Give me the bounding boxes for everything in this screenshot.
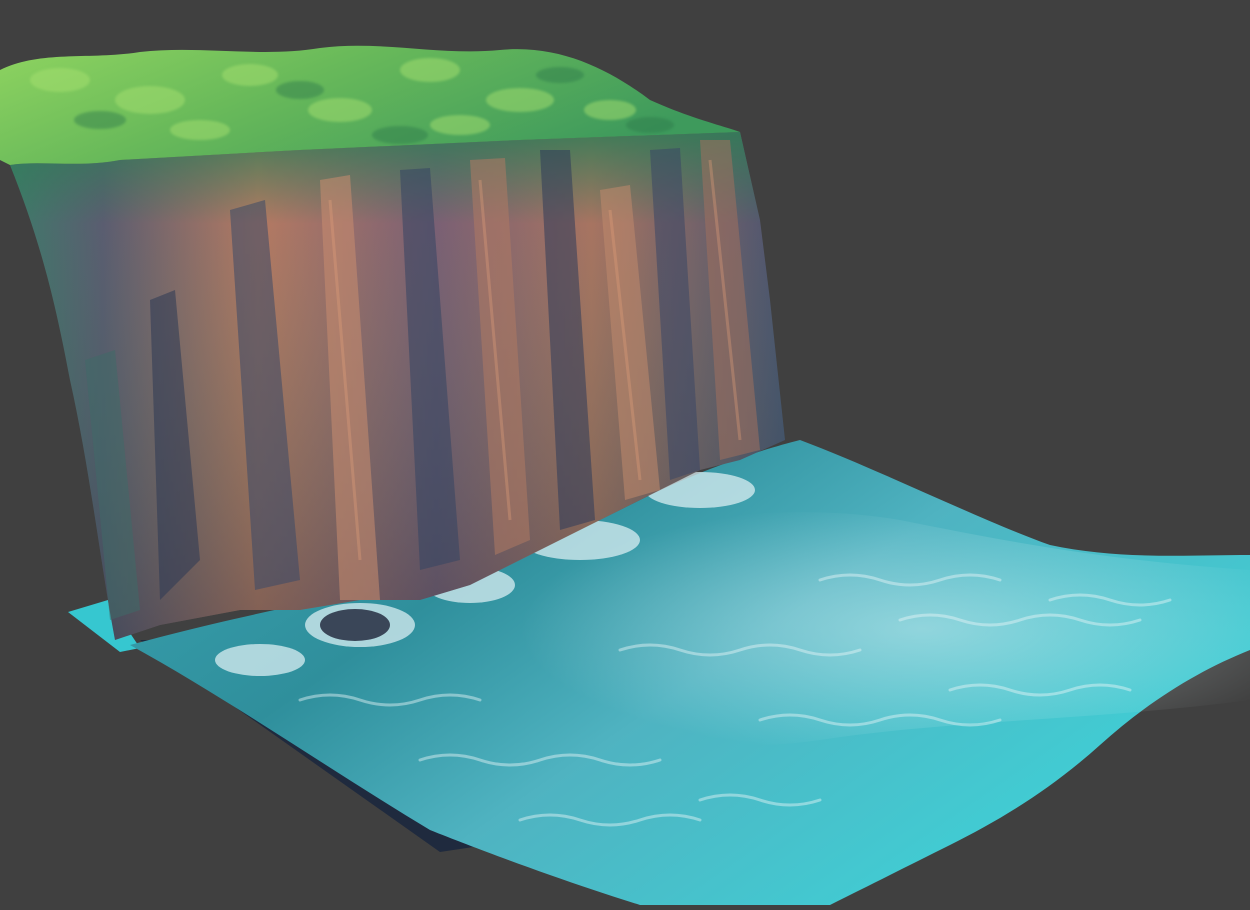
- rock-pool: [320, 609, 390, 641]
- 3d-viewport[interactable]: [0, 0, 1250, 910]
- terrain-scene: [0, 45, 1250, 905]
